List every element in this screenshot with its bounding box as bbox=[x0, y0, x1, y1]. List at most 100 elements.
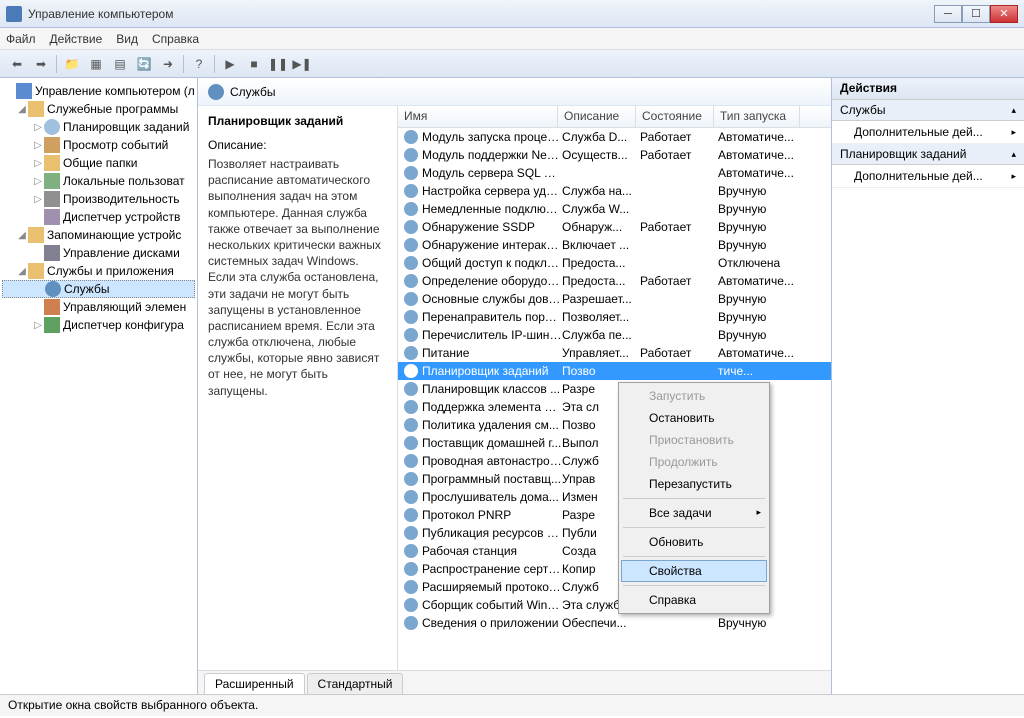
tree-scheduler[interactable]: ▷Планировщик заданий bbox=[2, 118, 195, 136]
help-icon[interactable]: ? bbox=[188, 53, 210, 75]
tree-root[interactable]: Управление компьютером (л bbox=[2, 82, 195, 100]
service-desc: Служба W... bbox=[562, 202, 640, 216]
center-header: Службы bbox=[198, 78, 831, 106]
service-name: Планировщик заданий bbox=[422, 364, 562, 378]
service-row[interactable]: Обнаружение интеракти...Включает ...Вруч… bbox=[398, 236, 831, 254]
service-title: Планировщик заданий bbox=[208, 114, 387, 128]
cm-help[interactable]: Справка bbox=[621, 589, 767, 611]
export-icon[interactable]: ➜ bbox=[157, 53, 179, 75]
service-row[interactable]: Настройка сервера удал...Служба на...Вру… bbox=[398, 182, 831, 200]
service-row[interactable]: Обнаружение SSDPОбнаруж...РаботаетВручну… bbox=[398, 218, 831, 236]
app-icon bbox=[6, 6, 22, 22]
service-row[interactable]: Модуль сервера SQL Ser...Автоматиче... bbox=[398, 164, 831, 182]
tree-users[interactable]: ▷Локальные пользоват bbox=[2, 172, 195, 190]
service-start: Вручную bbox=[718, 310, 804, 324]
forward-button[interactable]: ➡ bbox=[30, 53, 52, 75]
back-button[interactable]: ⬅ bbox=[6, 53, 28, 75]
maximize-button[interactable]: ☐ bbox=[962, 5, 990, 23]
tree-wmi[interactable]: Управляющий элемен bbox=[2, 298, 195, 316]
service-row[interactable]: Немедленные подключе...Служба W...Вручну… bbox=[398, 200, 831, 218]
service-row[interactable]: Модуль запуска процес...Служба D...Работ… bbox=[398, 128, 831, 146]
service-icon bbox=[404, 616, 418, 630]
cm-refresh[interactable]: Обновить bbox=[621, 531, 767, 553]
tree-shared[interactable]: ▷Общие папки bbox=[2, 154, 195, 172]
service-name: Публикация ресурсов о... bbox=[422, 526, 562, 540]
service-name: Питание bbox=[422, 346, 562, 360]
service-desc: Обнаруж... bbox=[562, 220, 640, 234]
service-icon bbox=[404, 598, 418, 612]
service-name: Распространение серти... bbox=[422, 562, 562, 576]
tree-device[interactable]: Диспетчер устройств bbox=[2, 208, 195, 226]
tree-iis[interactable]: ▷Диспетчер конфигура bbox=[2, 316, 195, 334]
service-row[interactable]: Определение оборудова...Предоста...Работ… bbox=[398, 272, 831, 290]
cm-properties[interactable]: Свойства bbox=[621, 560, 767, 582]
service-row[interactable]: Модуль поддержки NetB...Осуществ...Работ… bbox=[398, 146, 831, 164]
menu-action[interactable]: Действие bbox=[50, 32, 103, 46]
cm-alltasks[interactable]: Все задачи▸ bbox=[621, 502, 767, 524]
minimize-button[interactable]: ─ bbox=[934, 5, 962, 23]
service-name: Общий доступ к подклю... bbox=[422, 256, 562, 270]
cm-restart[interactable]: Перезапустить bbox=[621, 473, 767, 495]
service-desc: Осуществ... bbox=[562, 148, 640, 162]
service-row[interactable]: Основные службы дове...Разрешает...Вручн… bbox=[398, 290, 831, 308]
service-icon bbox=[404, 256, 418, 270]
cm-stop[interactable]: Остановить bbox=[621, 407, 767, 429]
service-name: Настройка сервера удал... bbox=[422, 184, 562, 198]
actions-group-services[interactable]: Службы▴ bbox=[832, 100, 1024, 121]
tab-standard[interactable]: Стандартный bbox=[307, 673, 404, 694]
service-icon bbox=[404, 508, 418, 522]
service-row[interactable]: Сведения о приложенииОбеспечи...Вручную bbox=[398, 614, 831, 632]
service-desc: Предоста... bbox=[562, 274, 640, 288]
tree-services[interactable]: Службы bbox=[2, 280, 195, 298]
refresh-icon[interactable]: 🔄 bbox=[133, 53, 155, 75]
service-row[interactable]: Перенаправитель порто...Позволяет... Вруч… bbox=[398, 308, 831, 326]
actions-more-1[interactable]: Дополнительные дей...▸ bbox=[832, 121, 1024, 144]
service-start: Автоматиче... bbox=[718, 130, 804, 144]
tree-util[interactable]: ◢Служебные программы bbox=[2, 100, 195, 118]
context-menu: Запустить Остановить Приостановить Продо… bbox=[618, 382, 770, 614]
properties-icon[interactable]: ▦ bbox=[85, 53, 107, 75]
toolbar: ⬅ ➡ 📁 ▦ ▤ 🔄 ➜ ? ▶ ■ ❚❚ ▶❚ bbox=[0, 50, 1024, 78]
menu-view[interactable]: Вид bbox=[116, 32, 138, 46]
service-desc: Разрешает... bbox=[562, 292, 640, 306]
col-desc[interactable]: Описание bbox=[558, 106, 636, 127]
play-icon[interactable]: ▶ bbox=[219, 53, 241, 75]
service-name: Модуль сервера SQL Ser... bbox=[422, 166, 562, 180]
view-tabs: Расширенный Стандартный bbox=[198, 670, 831, 694]
menu-file[interactable]: Файл bbox=[6, 32, 36, 46]
tree-perf[interactable]: ▷Производительность bbox=[2, 190, 195, 208]
col-start[interactable]: Тип запуска bbox=[714, 106, 800, 127]
service-name: Перенаправитель порто... bbox=[422, 310, 562, 324]
service-name: Расширяемый протокол... bbox=[422, 580, 562, 594]
actions-group-scheduler[interactable]: Планировщик заданий▴ bbox=[832, 144, 1024, 165]
service-desc: Позволяет... bbox=[562, 310, 640, 324]
service-name: Сведения о приложении bbox=[422, 616, 562, 630]
cm-resume[interactable]: Продолжить bbox=[621, 451, 767, 473]
actions-more-2[interactable]: Дополнительные дей...▸ bbox=[832, 165, 1024, 188]
service-row[interactable]: Планировщик заданийПозвотиче... bbox=[398, 362, 831, 380]
tab-extended[interactable]: Расширенный bbox=[204, 673, 305, 694]
service-start: Автоматиче... bbox=[718, 148, 804, 162]
list-icon[interactable]: ▤ bbox=[109, 53, 131, 75]
pause-icon[interactable]: ❚❚ bbox=[267, 53, 289, 75]
tree-event[interactable]: ▷Просмотр событий bbox=[2, 136, 195, 154]
up-icon[interactable]: 📁 bbox=[61, 53, 83, 75]
menu-help[interactable]: Справка bbox=[152, 32, 199, 46]
service-row[interactable]: Общий доступ к подклю...Предоста...Отклю… bbox=[398, 254, 831, 272]
col-state[interactable]: Состояние bbox=[636, 106, 714, 127]
tree-disk[interactable]: Управление дисками bbox=[2, 244, 195, 262]
service-row[interactable]: Перечислитель IP-шин ...Служба пе...Вруч… bbox=[398, 326, 831, 344]
tree-apps[interactable]: ◢Службы и приложения bbox=[2, 262, 195, 280]
cm-start[interactable]: Запустить bbox=[621, 385, 767, 407]
restart-icon[interactable]: ▶❚ bbox=[291, 53, 313, 75]
stop-icon[interactable]: ■ bbox=[243, 53, 265, 75]
service-row[interactable]: ПитаниеУправляет...РаботаетАвтоматиче... bbox=[398, 344, 831, 362]
tree-storage[interactable]: ◢Запоминающие устройс bbox=[2, 226, 195, 244]
service-name: Планировщик классов ... bbox=[422, 382, 562, 396]
col-name[interactable]: Имя bbox=[398, 106, 558, 127]
service-start: Вручную bbox=[718, 238, 804, 252]
close-button[interactable]: ✕ bbox=[990, 5, 1018, 23]
service-desc: Служба на... bbox=[562, 184, 640, 198]
service-icon bbox=[404, 526, 418, 540]
cm-pause[interactable]: Приостановить bbox=[621, 429, 767, 451]
